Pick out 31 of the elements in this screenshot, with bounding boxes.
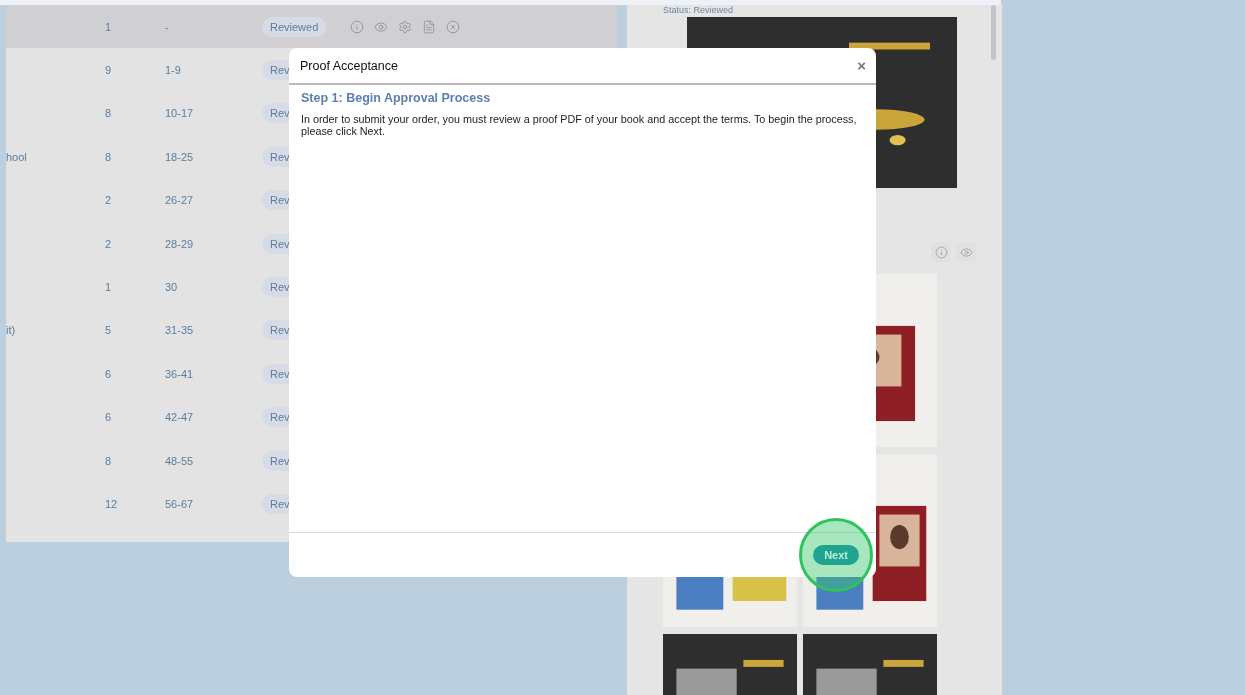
page-range: 48-55 bbox=[165, 454, 194, 467]
page-count: 1 bbox=[105, 20, 112, 33]
page-count: 8 bbox=[105, 150, 112, 163]
page-count: 5 bbox=[105, 324, 112, 337]
page-range: - bbox=[165, 20, 169, 33]
page-range: 18-25 bbox=[165, 150, 194, 163]
page-range: 1-9 bbox=[165, 64, 181, 77]
page-count: 1 bbox=[105, 281, 112, 294]
page-range: 28-29 bbox=[165, 237, 194, 250]
dialog-message: In order to submit your order, you must review a proof PDF of your book and accept the terms. To begin the process, please click Next. bbox=[301, 113, 858, 137]
status-text: Status: Reviewed bbox=[663, 5, 735, 16]
dialog-title: Proof Acceptance bbox=[300, 58, 398, 73]
page-range: 56-67 bbox=[165, 498, 194, 510]
page-count: 8 bbox=[105, 454, 112, 467]
page-range: 10-17 bbox=[165, 107, 194, 120]
step-title: Step 1: Begin Approval Process bbox=[301, 91, 492, 105]
page-count: 12 bbox=[105, 498, 118, 510]
page-range: 36-41 bbox=[165, 367, 194, 380]
section-name: hool bbox=[6, 150, 27, 163]
section-name: it) bbox=[6, 324, 16, 337]
page-range: 26-27 bbox=[165, 194, 194, 207]
page-count: 8 bbox=[105, 107, 112, 120]
page-range: 30 bbox=[165, 281, 178, 294]
page-count: 2 bbox=[105, 194, 112, 207]
status-badge: Reviewed bbox=[262, 16, 327, 37]
page-range: 42-47 bbox=[165, 411, 194, 424]
page-count: 6 bbox=[105, 411, 112, 424]
page-count: 6 bbox=[105, 367, 112, 380]
page-count: 2 bbox=[105, 237, 112, 250]
page-range: 31-35 bbox=[165, 324, 194, 337]
page-count: 9 bbox=[105, 64, 112, 77]
